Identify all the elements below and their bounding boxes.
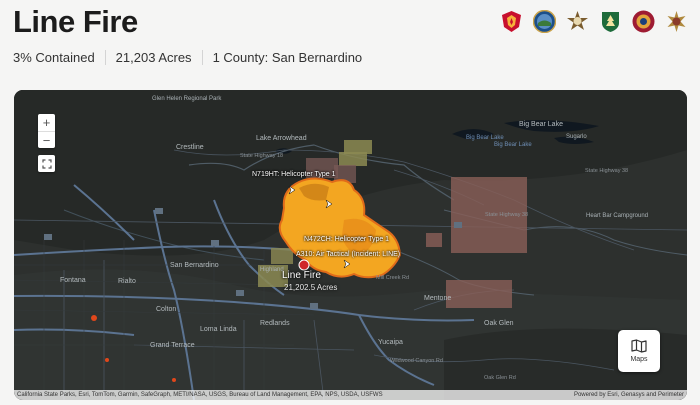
place-label: Mentone xyxy=(424,295,452,302)
acres-stat: 21,203 Acres xyxy=(104,50,202,65)
lake-label: Big Bear Lake xyxy=(494,142,532,148)
maps-button[interactable]: Maps xyxy=(618,330,660,372)
fullscreen-button[interactable] xyxy=(38,155,55,172)
zoom-controls: + − xyxy=(38,114,55,148)
page-title: Line Fire xyxy=(13,4,138,39)
map-icon xyxy=(631,339,647,353)
place-label: Heart Bar Campground xyxy=(586,213,649,219)
law-enforcement-star-icon xyxy=(566,10,589,33)
place-label: Grand Terrace xyxy=(150,342,195,349)
lake-label: Big Bear Lake xyxy=(466,135,504,141)
aircraft-label[interactable]: N719HT: Helicopter Type 1 xyxy=(252,171,336,178)
county-stat: 1 County: San Bernardino xyxy=(201,50,373,65)
road-label: Mill Creek Rd xyxy=(376,275,410,281)
place-label: Colton xyxy=(156,306,177,313)
place-label: San Bernardino xyxy=(170,262,219,269)
road-label: State Highway 38 xyxy=(485,212,529,218)
place-label: Crestline xyxy=(176,144,204,151)
fire-map[interactable]: Glen Helen Regional Park Crestline Lake … xyxy=(14,90,687,400)
road-label: State Highway 38 xyxy=(585,168,629,174)
containment-stat: 3% Contained xyxy=(13,50,95,65)
sheriff-star-icon xyxy=(665,10,688,33)
fire-acres-label: 21,202.5 Acres xyxy=(284,283,338,292)
place-label: Oak Glen xyxy=(484,320,514,327)
place-label: Sugarlo xyxy=(566,134,587,140)
fire-stats: 3% Contained 21,203 Acres 1 County: San … xyxy=(13,50,372,65)
fire-name-label[interactable]: Line Fire xyxy=(282,270,321,281)
place-label: Rialto xyxy=(118,278,136,285)
forest-service-shield-icon xyxy=(599,10,622,33)
place-label: Big Bear Lake xyxy=(519,121,563,128)
place-label: Yucaipa xyxy=(378,339,403,346)
map-attribution: California State Parks, Esri, TomTom, Ga… xyxy=(14,390,687,400)
expand-icon xyxy=(41,158,52,169)
attribution-sources: California State Parks, Esri, TomTom, Ga… xyxy=(17,392,383,398)
place-label: Lake Arrowhead xyxy=(256,135,307,142)
place-label: Fontana xyxy=(60,277,86,284)
zoom-out-button[interactable]: − xyxy=(38,131,55,148)
road-label: Wildwood Canyon Rd xyxy=(390,358,443,364)
aircraft-label[interactable]: A310: Air Tactical (Incident: LINE) xyxy=(296,251,400,258)
attribution-powered-by[interactable]: Powered by Esri, Genasys and Perimeter xyxy=(574,392,684,398)
calfire-badge-icon xyxy=(500,10,523,33)
place-label: Redlands xyxy=(260,320,290,327)
aircraft-label[interactable]: N472CH: Helicopter Type 1 xyxy=(304,236,389,243)
agency-logos xyxy=(500,9,688,34)
road-label: State Highway 18 xyxy=(240,153,284,159)
maps-button-label: Maps xyxy=(630,356,648,363)
county-fire-seal-icon xyxy=(632,10,655,33)
sheriff-seal-icon xyxy=(532,9,557,34)
place-label: Glen Helen Regional Park xyxy=(152,96,222,102)
place-label: Highland xyxy=(260,267,284,273)
place-label: Loma Linda xyxy=(200,326,237,333)
zoom-in-button[interactable]: + xyxy=(38,114,55,131)
road-label: Oak Glen Rd xyxy=(484,375,516,381)
